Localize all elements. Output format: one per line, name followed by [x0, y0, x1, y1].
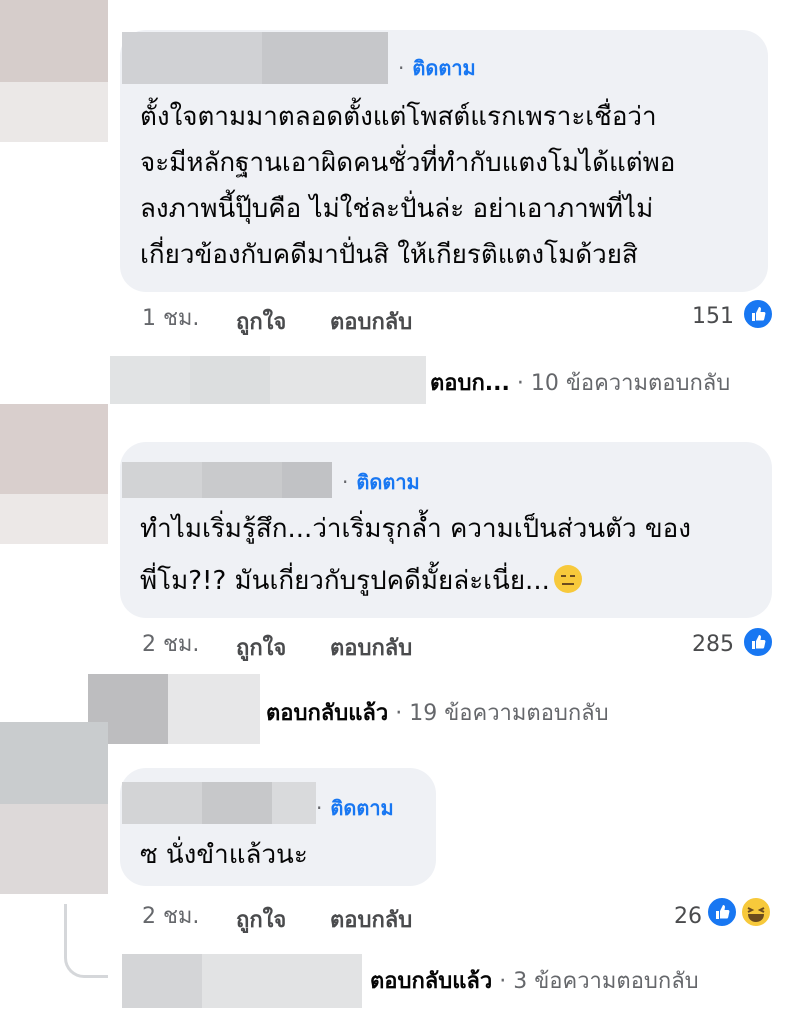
replies-count: · 3 ข้อความตอบกลับ [499, 969, 699, 994]
comment-text-line: ซ นั่งขำแล้วนะ [140, 840, 308, 870]
comment-text-line: ลงภาพนี้ปุ๊บคือ ไม่ใช่ละปั่นล่ะ อย่าเอาภ… [140, 194, 654, 224]
reply-avatar[interactable] [110, 356, 190, 404]
reply-button[interactable]: ตอบกลับ [330, 908, 412, 934]
reaction-count[interactable]: 26 [640, 904, 702, 930]
comment-timestamp[interactable]: 2 ชม. [142, 632, 199, 658]
like-icon [742, 626, 774, 658]
comment-text-line: ตั้งใจตามมาตลอดตั้งแต่โพสต์แรกเพราะเชื่อ… [140, 102, 657, 132]
replies-count: · 10 ข้อความตอบกลับ [516, 371, 731, 396]
reply-author-blur [202, 954, 362, 1008]
reaction-count[interactable]: 285 [670, 632, 734, 658]
commenter-name[interactable] [122, 462, 202, 498]
separator-dot: · [316, 796, 323, 820]
follow-label: ติดตาม [330, 796, 394, 820]
reply-author-blur [168, 674, 260, 744]
follow-label: ติดตาม [356, 470, 420, 494]
haha-icon [740, 896, 772, 928]
view-replies-link[interactable]: ตอบกลับแล้ว · 3 ข้อความตอบกลับ [370, 968, 699, 996]
commenter-name-blur [282, 462, 332, 498]
like-button[interactable]: ถูกใจ [236, 636, 286, 662]
reply-button[interactable]: ตอบกลับ [330, 636, 412, 662]
reply-avatar[interactable] [122, 954, 202, 1008]
commenter-name-blur [202, 462, 282, 498]
comment-timestamp[interactable]: 1 ชม. [142, 306, 199, 332]
avatar-blur-strip [0, 494, 108, 544]
replies-author: ตอบกลับแล้ว [370, 969, 493, 994]
avatar[interactable] [0, 404, 108, 494]
follow-label: ติดตาม [412, 56, 476, 80]
reaction-count[interactable]: 151 [670, 304, 734, 330]
avatar[interactable] [0, 0, 108, 82]
comment-text-line: เกี่ยวข้องกับคดีมาปั่นสิ ให้เกียรติแตงโม… [140, 240, 638, 270]
commenter-name-blur [262, 32, 388, 84]
avatar-blur-strip [0, 804, 108, 894]
like-button[interactable]: ถูกใจ [236, 908, 286, 934]
commenter-name[interactable] [122, 32, 262, 84]
commenter-name-blur [272, 782, 316, 824]
follow-link[interactable]: · ติดตาม [398, 56, 476, 80]
replies-count: · 19 ข้อความตอบกลับ [395, 701, 609, 726]
comment-text-line: จะมีหลักฐานเอาผิดคนชั่วที่ทำกับแตงโมได้แ… [140, 148, 676, 178]
replies-author: ตอบก... [430, 371, 510, 396]
thread-connector [64, 904, 108, 978]
follow-link[interactable]: · ติดตาม [342, 470, 420, 494]
commenter-name[interactable] [122, 782, 202, 824]
avatar-blur-strip [0, 82, 108, 142]
comment-timestamp[interactable]: 2 ชม. [142, 904, 199, 930]
reply-button[interactable]: ตอบกลับ [330, 310, 412, 336]
separator-dot: · [342, 470, 349, 494]
expressionless-face-emoji [553, 565, 582, 593]
view-replies-link[interactable]: ตอบกลับแล้ว · 19 ข้อความตอบกลับ [266, 700, 609, 728]
replies-author: ตอบกลับแล้ว [266, 701, 389, 726]
reply-author-blur [270, 356, 426, 404]
commenter-name-blur [202, 782, 272, 824]
like-icon [742, 298, 774, 330]
comment-text-line: ทำไมเริ่มรู้สึก...ว่าเริ่มรุกล้ำ ความเป็… [140, 514, 691, 544]
reply-author-blur [190, 356, 270, 404]
comment-text: พี่โม?!? มันเกี่ยวกับรูปคดีมั้ยล่ะเนี่ย.… [140, 566, 550, 596]
separator-dot: · [398, 56, 405, 80]
like-icon [706, 896, 738, 928]
like-button[interactable]: ถูกใจ [236, 310, 286, 336]
follow-link[interactable]: · ติดตาม [316, 796, 394, 820]
view-replies-link[interactable]: ตอบก... · 10 ข้อความตอบกลับ [430, 370, 730, 398]
avatar[interactable] [0, 722, 108, 804]
comment-text-line: พี่โม?!? มันเกี่ยวกับรูปคดีมั้ยล่ะเนี่ย.… [140, 558, 582, 604]
